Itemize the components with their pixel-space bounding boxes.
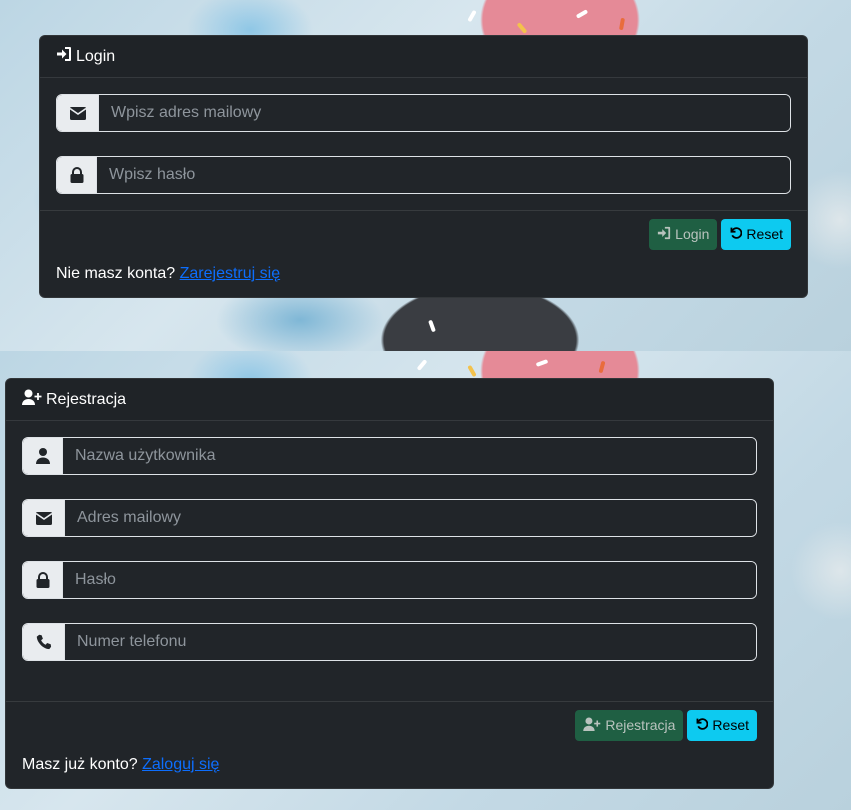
no-account-text: Nie masz konta? [56,265,176,282]
register-link[interactable]: Zarejestruj się [180,265,280,282]
envelope-icon [23,500,65,536]
register-button-label: Rejestracja [605,717,676,733]
register-title: Rejestracja [46,390,127,408]
sign-in-icon [657,226,675,243]
login-card-body [40,78,807,194]
register-phone-input[interactable] [65,624,756,660]
login-reset-button[interactable]: Reset [721,218,791,250]
user-plus-icon [583,716,605,734]
undo-icon [729,226,746,242]
sign-in-icon [56,46,76,67]
login-reset-label: Reset [746,226,783,242]
login-card-header: Login [40,36,807,78]
login-password-group [56,156,791,194]
register-login-prompt: Masz już konto? Zaloguj się [6,756,773,774]
register-password-group [22,561,757,599]
register-phone-group [22,623,757,661]
login-button[interactable]: Login [649,218,718,250]
login-card-footer: Login Reset [40,210,807,257]
register-card-body [6,421,773,661]
envelope-icon [57,95,99,131]
login-email-group [56,94,791,132]
register-email-group [22,499,757,537]
login-button-label: Login [675,226,710,242]
user-icon [23,438,63,474]
register-button[interactable]: Rejestracja [575,709,684,741]
lock-icon [57,157,97,193]
login-link[interactable]: Zaloguj się [142,756,219,773]
register-reset-button[interactable]: Reset [687,709,757,741]
lock-icon [23,562,63,598]
login-register-prompt: Nie masz konta? Zarejestruj się [40,265,807,283]
register-card: Rejestracja Nazwa użytkownika Adres mail… [5,378,774,789]
login-card: Login Login Reset [39,35,808,298]
register-password-input[interactable] [63,562,756,598]
login-title: Login [76,47,116,65]
register-card-header: Rejestracja [6,379,773,421]
have-account-text: Masz już konto? [22,756,138,773]
phone-icon [23,624,65,660]
login-email-input[interactable] [99,95,790,131]
login-password-input[interactable] [97,157,790,193]
register-email-input[interactable] [65,500,756,536]
register-card-footer: Rejestracja Reset [6,701,773,748]
user-plus-icon [22,389,46,410]
undo-icon [695,717,712,733]
register-username-input[interactable] [63,438,756,474]
register-username-group [22,437,757,475]
register-reset-label: Reset [712,717,749,733]
